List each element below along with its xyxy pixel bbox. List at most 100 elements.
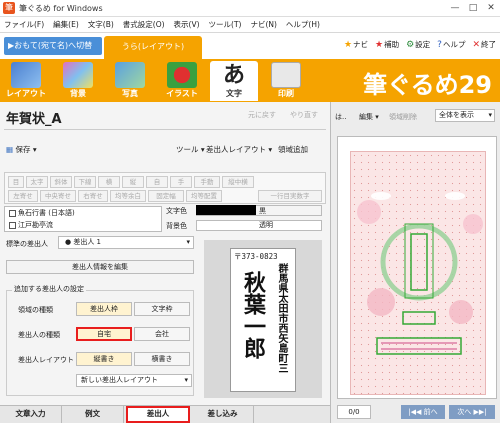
- align-center-button[interactable]: 中央寄せ: [40, 190, 76, 202]
- exit-button[interactable]: ✕ 終了: [472, 39, 496, 50]
- card-preview-panel: は.. 編集 ▾ 領域削除 全体を表示 ▾ 0/0 |◀◀ 前へ 次へ ▶▶|: [330, 102, 500, 423]
- undo-button[interactable]: 元に戻す: [248, 110, 276, 120]
- minimize-button[interactable]: —: [446, 0, 464, 16]
- close-button[interactable]: ✕: [482, 0, 500, 16]
- align-right-button[interactable]: 右寄せ: [78, 190, 108, 202]
- format-button[interactable]: 目: [8, 176, 24, 188]
- toolbar-layout-button[interactable]: レイアウト: [2, 61, 50, 101]
- italic-button[interactable]: 斜体: [50, 176, 72, 188]
- layout-vertical[interactable]: 縦書き: [76, 352, 132, 366]
- bottom-tab-bar: 文章入力 例文 差出人 差し込み: [0, 405, 330, 423]
- close-icon: ✕: [472, 39, 480, 50]
- edit-menu[interactable]: 編集 ▾: [359, 112, 379, 122]
- default-sender-value: ● 差出人 1: [65, 238, 102, 246]
- switch-to-front-button[interactable]: ▶おもて(宛て名)へ切替: [4, 37, 102, 55]
- title-bar: 筆 筆ぐるめ for Windows — □ ✕: [0, 0, 500, 17]
- tab-text-input[interactable]: 文章入力: [0, 406, 62, 423]
- settings-button[interactable]: ⚙ 設定: [406, 39, 430, 50]
- underline-button[interactable]: 下線: [74, 176, 96, 188]
- text-color-label: 文字色: [166, 207, 187, 215]
- auto-button[interactable]: 自: [146, 176, 168, 188]
- menu-navi[interactable]: ナビ(N): [250, 19, 276, 30]
- area-type-text-frame[interactable]: 文字枠: [134, 302, 190, 316]
- bg-color-dropdown[interactable]: 透明: [196, 220, 322, 231]
- switch-label: おもて(宛て名)へ切替: [14, 41, 93, 50]
- tab-merge[interactable]: 差し込み: [192, 406, 254, 423]
- sender-type-home[interactable]: 自宅: [76, 327, 132, 341]
- background-icon: [63, 62, 93, 88]
- toolbar-text-label: 文字: [226, 89, 242, 98]
- manual-button[interactable]: 手: [170, 176, 192, 188]
- delete-area-button[interactable]: 領域削除: [389, 112, 417, 122]
- tab-layout[interactable]: うら(レイアウト): [104, 36, 202, 59]
- tab-sender[interactable]: 差出人: [126, 406, 190, 423]
- checkbox[interactable]: [9, 209, 16, 217]
- postcard[interactable]: [350, 151, 486, 395]
- first-line-number-button[interactable]: 一行目実数字: [258, 190, 322, 202]
- menu-bar: ファイル(F) 編集(E) 文字(B) 書式設定(O) 表示(V) ツール(T)…: [0, 17, 500, 33]
- even-margin-button[interactable]: 均等余白: [110, 190, 146, 202]
- menu-view[interactable]: 表示(V): [174, 19, 200, 30]
- sender-layout-label: 差出人レイアウト: [206, 145, 266, 154]
- toolbar-background-button[interactable]: 背景: [54, 61, 102, 101]
- next-button[interactable]: 次へ ▶▶|: [449, 405, 495, 419]
- assist-button[interactable]: ★ 補助: [375, 39, 399, 50]
- sender-layout-menu[interactable]: 差出人レイアウト ▾: [206, 144, 272, 155]
- tools-menu[interactable]: ツール ▾: [176, 144, 205, 155]
- photo-icon: [115, 62, 145, 88]
- toolbar-photo-button[interactable]: 写真: [106, 61, 154, 101]
- toolbar-text-button[interactable]: あ 文字: [210, 61, 258, 101]
- default-sender-dropdown[interactable]: ● 差出人 1 ▾: [58, 236, 194, 249]
- maximize-button[interactable]: □: [464, 0, 482, 16]
- align-left-button[interactable]: 左寄せ: [8, 190, 38, 202]
- mode-tab-row: ▶おもて(宛て名)へ切替 うら(レイアウト) ★ ナビ ★ 補助 ⚙ 設定 ? ヘルプ …: [0, 33, 500, 59]
- card-illustration: [357, 192, 483, 355]
- font-list[interactable]: 魚石行書 (日本語) 江戸勘亭流: [4, 206, 162, 232]
- divider: [4, 129, 326, 130]
- menu-text[interactable]: 文字(B): [88, 19, 114, 30]
- toolbar-print-button[interactable]: 印刷: [262, 61, 310, 101]
- new-layout-value: 新しい差出人レイアウト: [81, 376, 158, 384]
- edit-label: 編集: [359, 113, 373, 121]
- tate-chu-yoko-button[interactable]: 縦中横: [222, 176, 254, 188]
- card-canvas[interactable]: [337, 136, 497, 399]
- add-sender-heading: 追加する差出人の設定: [12, 284, 86, 294]
- bold-button[interactable]: 太字: [26, 176, 48, 188]
- fixed-width-button[interactable]: 固定幅: [148, 190, 184, 202]
- new-layout-dropdown[interactable]: 新しい差出人レイアウト ▾: [76, 374, 192, 387]
- menu-file[interactable]: ファイル(F): [4, 19, 44, 30]
- text-color-name: 黒: [259, 207, 266, 215]
- menu-edit[interactable]: 編集(E): [53, 19, 79, 30]
- vertical-button[interactable]: 縦: [122, 176, 144, 188]
- text-icon: あ: [222, 62, 245, 88]
- font-item[interactable]: 魚石行書 (日本語): [5, 207, 161, 219]
- manual-size-button[interactable]: 手動: [194, 176, 220, 188]
- help-button[interactable]: ? ヘルプ: [437, 39, 465, 50]
- edit-sender-button[interactable]: 差出人情報を編集: [6, 260, 194, 274]
- menu-help[interactable]: ヘルプ(H): [286, 19, 320, 30]
- panel-label: は..: [335, 113, 347, 121]
- toolbar-illust-button[interactable]: イラスト: [158, 61, 206, 101]
- navi-label: ナビ: [353, 40, 369, 49]
- save-button[interactable]: ▦ 保存 ▾: [6, 144, 37, 155]
- window-title: 筆ぐるめ for Windows: [19, 3, 103, 13]
- checkbox[interactable]: [9, 221, 16, 229]
- horizontal-button[interactable]: 横: [98, 176, 120, 188]
- tab-examples[interactable]: 例文: [62, 406, 124, 423]
- app-icon: 筆: [3, 2, 15, 14]
- menu-tools[interactable]: ツール(T): [209, 19, 242, 30]
- default-sender-label: 標準の差出人: [6, 240, 48, 248]
- area-add-button[interactable]: 領域追加: [278, 144, 308, 155]
- menu-format[interactable]: 書式設定(O): [123, 19, 165, 30]
- redo-button[interactable]: やり直す: [290, 110, 318, 120]
- navi-button[interactable]: ★ ナビ: [344, 39, 368, 50]
- prev-button[interactable]: |◀◀ 前へ: [401, 405, 445, 419]
- sender-type-company[interactable]: 会社: [134, 327, 190, 341]
- layout-horizontal[interactable]: 横書き: [134, 352, 190, 366]
- settings-label: 設定: [415, 40, 431, 49]
- justify-button[interactable]: 均等配置: [186, 190, 222, 202]
- font-item[interactable]: 江戸勘亭流: [5, 219, 161, 231]
- area-type-sender-frame[interactable]: 差出人枠: [76, 302, 132, 316]
- toolbar-background-label: 背景: [70, 89, 86, 98]
- zoom-dropdown[interactable]: 全体を表示 ▾: [435, 109, 495, 122]
